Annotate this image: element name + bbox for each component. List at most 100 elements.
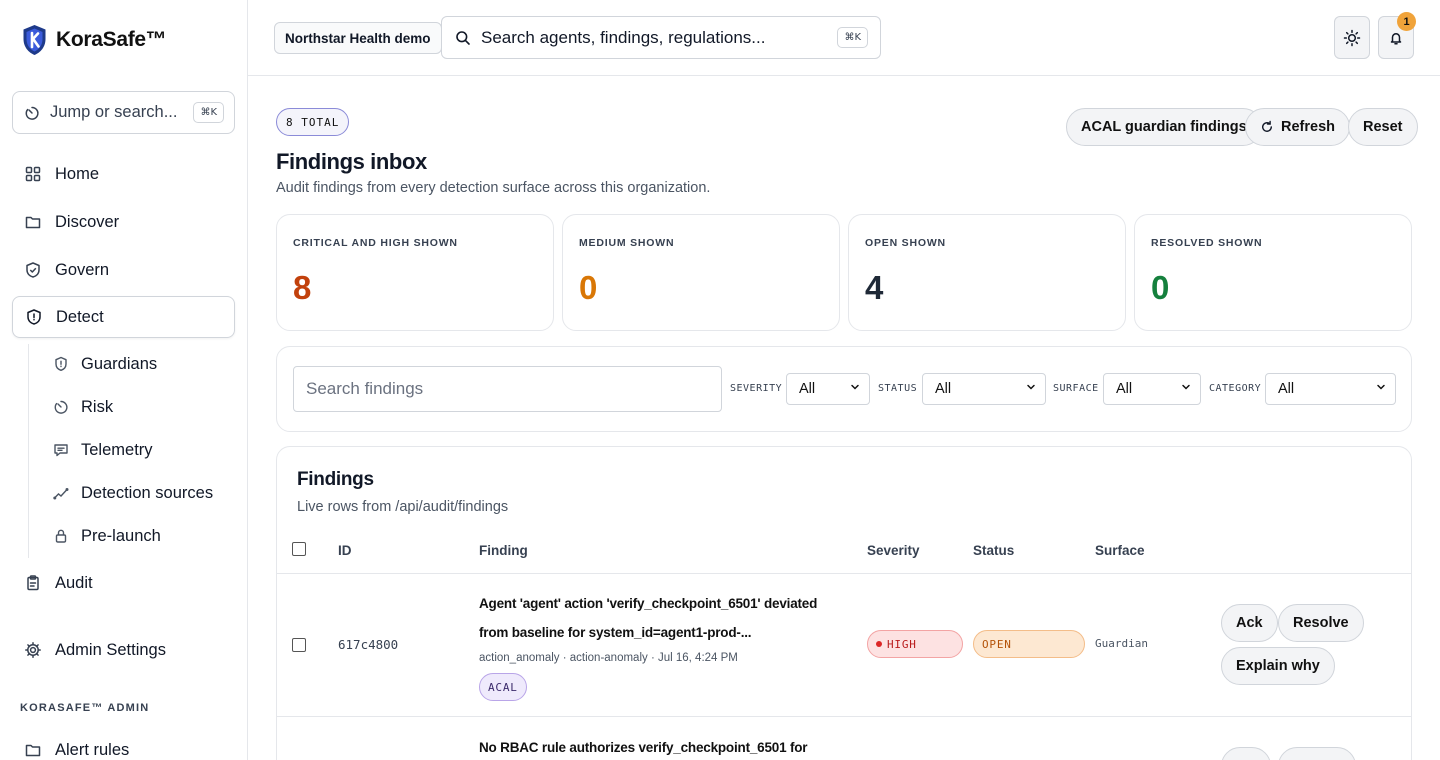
nav-guardians[interactable]: Guardians	[52, 347, 157, 381]
korasafe-logo-icon	[22, 24, 47, 56]
folder-icon	[24, 741, 42, 759]
app-root: KoraSafe™ Jump or search... ⌘K Home Disc…	[0, 0, 1440, 760]
shield-alert-icon	[52, 355, 70, 373]
nav-detect[interactable]: Detect	[12, 296, 235, 338]
surface-select[interactable]: All	[1103, 373, 1201, 405]
chevron-down-icon	[1375, 381, 1387, 397]
finding-id[interactable]: 617c4800	[338, 637, 398, 652]
gauge-icon	[52, 398, 70, 416]
nav-alert-rules[interactable]: Alert rules	[12, 729, 235, 760]
stat-value: 4	[865, 269, 884, 306]
findings-search-input[interactable]: Search findings	[293, 366, 722, 412]
status-badge: OPEN	[973, 630, 1085, 658]
clipboard-icon	[24, 574, 42, 592]
folder-icon	[24, 213, 42, 231]
explain-why-button[interactable]: Explain why	[1221, 647, 1335, 685]
finding-meta: action_anomaly · action-anomaly · Jul 16…	[479, 652, 738, 664]
finding-title[interactable]: No RBAC rule authorizes verify_checkpoin…	[479, 733, 844, 760]
finding-title[interactable]: Agent 'agent' action 'verify_checkpoint_…	[479, 589, 844, 647]
category-select-value: All	[1278, 381, 1295, 397]
status-filter-label: STATUS	[878, 383, 918, 394]
stat-card-critical-high: CRITICAL AND HIGH SHOWN 8	[276, 214, 554, 331]
refresh-icon	[1260, 120, 1274, 134]
status-select-value: All	[935, 381, 952, 397]
theme-toggle-button[interactable]	[1334, 16, 1370, 59]
refresh-label: Refresh	[1281, 119, 1335, 135]
nav-home-label: Home	[55, 164, 100, 183]
reset-button[interactable]: Reset	[1348, 108, 1418, 146]
shield-check-icon	[24, 261, 42, 279]
category-filter-label: CATEGORY	[1209, 383, 1262, 394]
nav-pre-launch-label: Pre-launch	[81, 526, 161, 545]
filters-card: Search findings SEVERITY All STATUS All …	[276, 346, 1412, 432]
chevron-down-icon	[1025, 381, 1037, 397]
tenant-switcher[interactable]: Northstar Health demo	[274, 22, 442, 54]
shield-alert-icon	[25, 308, 43, 326]
column-header-severity[interactable]: Severity	[867, 543, 920, 558]
stat-value: 0	[579, 269, 598, 306]
stat-card-medium: MEDIUM SHOWN 0	[562, 214, 840, 331]
nav-detection-sources[interactable]: Detection sources	[52, 476, 213, 510]
status-select[interactable]: All	[922, 373, 1046, 405]
nav-admin-settings-label: Admin Settings	[55, 640, 166, 659]
row-checkbox[interactable]	[292, 638, 306, 652]
brand[interactable]: KoraSafe™	[22, 24, 167, 56]
stat-label: MEDIUM SHOWN	[579, 237, 675, 249]
header-divider	[277, 573, 1411, 574]
global-search-shortcut: ⌘K	[837, 27, 868, 48]
nav-home[interactable]: Home	[12, 153, 235, 195]
notification-count-badge: 1	[1397, 12, 1416, 31]
global-search-input[interactable]: Search agents, findings, regulations... …	[441, 16, 881, 59]
trend-icon	[52, 484, 70, 502]
search-icon	[454, 29, 472, 47]
nav-telemetry[interactable]: Telemetry	[52, 433, 153, 467]
column-header-id[interactable]: ID	[338, 543, 352, 558]
column-header-surface[interactable]: Surface	[1095, 543, 1145, 558]
chevron-down-icon	[1180, 381, 1192, 397]
nav-detect-label: Detect	[56, 307, 104, 326]
table-subtitle: Live rows from /api/audit/findings	[297, 499, 509, 515]
jump-search-label: Jump or search...	[50, 103, 178, 121]
sidebar: KoraSafe™ Jump or search... ⌘K Home Disc…	[0, 0, 248, 760]
surface-filter-label: SURFACE	[1053, 383, 1099, 394]
resolve-button[interactable]	[1278, 747, 1356, 760]
severity-select-value: All	[799, 381, 816, 397]
page-title: Findings inbox	[276, 149, 427, 174]
jump-shortcut: ⌘K	[193, 102, 224, 123]
nav-audit[interactable]: Audit	[12, 562, 235, 604]
nav-risk-label: Risk	[81, 397, 114, 416]
acal-guardian-findings-button[interactable]: ACAL guardian findings	[1066, 108, 1262, 146]
column-header-status[interactable]: Status	[973, 543, 1014, 558]
sun-icon	[1343, 29, 1361, 47]
category-select[interactable]: All	[1265, 373, 1396, 405]
column-header-finding[interactable]: Finding	[479, 543, 528, 558]
severity-select[interactable]: All	[786, 373, 870, 405]
nav-discover[interactable]: Discover	[12, 201, 235, 243]
nav-audit-label: Audit	[55, 573, 93, 592]
nav-alert-rules-label: Alert rules	[55, 740, 130, 759]
acal-tag: ACAL	[479, 673, 527, 701]
severity-badge-label: HIGH	[887, 637, 917, 651]
lock-icon	[52, 527, 70, 545]
acal-guardian-findings-label: ACAL guardian findings	[1081, 119, 1247, 135]
notifications-button[interactable]: 1	[1378, 12, 1416, 59]
jump-search[interactable]: Jump or search... ⌘K	[12, 91, 235, 134]
nav-risk[interactable]: Risk	[52, 390, 113, 424]
resolve-button[interactable]: Resolve	[1278, 604, 1364, 642]
select-all-checkbox[interactable]	[292, 542, 306, 556]
refresh-button[interactable]: Refresh	[1245, 108, 1350, 146]
surface-select-value: All	[1116, 381, 1133, 397]
severity-filter-label: SEVERITY	[730, 383, 783, 394]
brand-name: KoraSafe™	[56, 28, 167, 51]
page-subtitle: Audit findings from every detection surf…	[276, 180, 711, 196]
bell-icon	[1387, 29, 1405, 47]
ack-button[interactable]	[1221, 747, 1271, 760]
nav-admin-settings[interactable]: Admin Settings	[12, 629, 235, 671]
severity-dot-icon	[876, 641, 882, 647]
reset-label: Reset	[1363, 119, 1403, 135]
stat-label: CRITICAL AND HIGH SHOWN	[293, 237, 458, 249]
nav-pre-launch[interactable]: Pre-launch	[52, 519, 161, 553]
ack-button[interactable]: Ack	[1221, 604, 1278, 642]
nav-govern[interactable]: Govern	[12, 249, 235, 291]
stat-card-resolved: RESOLVED SHOWN 0	[1134, 214, 1412, 331]
